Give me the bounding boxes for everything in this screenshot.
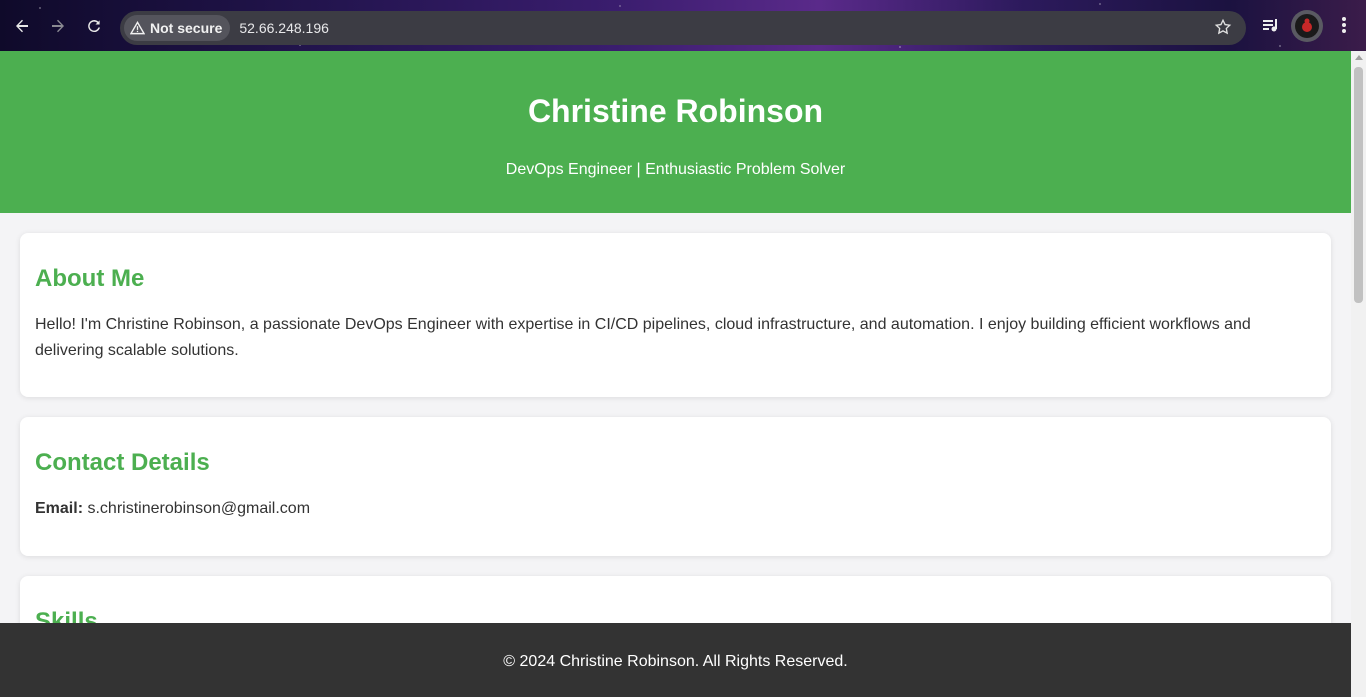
page-scrollbar[interactable] bbox=[1351, 51, 1366, 697]
back-button[interactable] bbox=[10, 14, 34, 38]
hero-header: Christine Robinson DevOps Engineer | Ent… bbox=[0, 51, 1351, 213]
forward-arrow-icon bbox=[52, 19, 64, 33]
page-viewport: Christine Robinson DevOps Engineer | Ent… bbox=[0, 51, 1351, 697]
bookmark-button[interactable] bbox=[1214, 18, 1232, 41]
email-value: s.christinerobinson@gmail.com bbox=[87, 500, 311, 517]
about-text: Hello! I'm Christine Robinson, a passion… bbox=[35, 316, 1251, 359]
scrollbar-thumb[interactable] bbox=[1354, 67, 1363, 303]
copyright-text: © 2024 Christine Robinson. All Rights Re… bbox=[503, 653, 848, 670]
page-title: Christine Robinson bbox=[527, 93, 824, 129]
contact-section: Contact Details Email: s.christinerobins… bbox=[20, 417, 1331, 556]
security-indicator[interactable]: Not secure bbox=[124, 15, 231, 41]
email-line: Email: s.christinerobinson@gmail.com bbox=[35, 496, 1316, 522]
forward-button[interactable] bbox=[46, 14, 70, 38]
url-text[interactable]: 52.66.248.196 bbox=[239, 20, 329, 36]
media-controls-button[interactable] bbox=[1260, 12, 1282, 43]
address-bar[interactable]: Not secure 52.66.248.196 bbox=[120, 11, 1246, 45]
browser-menu-button[interactable] bbox=[1334, 13, 1354, 42]
profile-avatar-icon bbox=[1291, 10, 1323, 42]
email-label: Email: bbox=[35, 500, 84, 517]
contact-heading: Contact Details bbox=[35, 449, 210, 476]
about-heading: About Me bbox=[35, 265, 145, 292]
star-icon bbox=[1214, 18, 1232, 35]
kebab-menu-icon bbox=[1342, 17, 1346, 33]
scroll-up-arrow-icon[interactable] bbox=[1355, 55, 1363, 60]
about-section: About Me Hello! I'm Christine Robinson, … bbox=[20, 233, 1331, 397]
reload-button[interactable] bbox=[82, 14, 106, 38]
media-controls-icon bbox=[1263, 19, 1277, 32]
security-label: Not secure bbox=[150, 20, 223, 36]
browser-toolbar: Not secure 52.66.248.196 bbox=[0, 0, 1366, 51]
profile-button[interactable] bbox=[1290, 9, 1324, 48]
tagline: DevOps Engineer | Enthusiastic Problem S… bbox=[505, 161, 846, 178]
back-arrow-icon bbox=[16, 19, 28, 33]
warning-triangle-icon bbox=[130, 21, 145, 35]
page-footer: © 2024 Christine Robinson. All Rights Re… bbox=[0, 623, 1351, 697]
reload-icon bbox=[88, 20, 100, 33]
